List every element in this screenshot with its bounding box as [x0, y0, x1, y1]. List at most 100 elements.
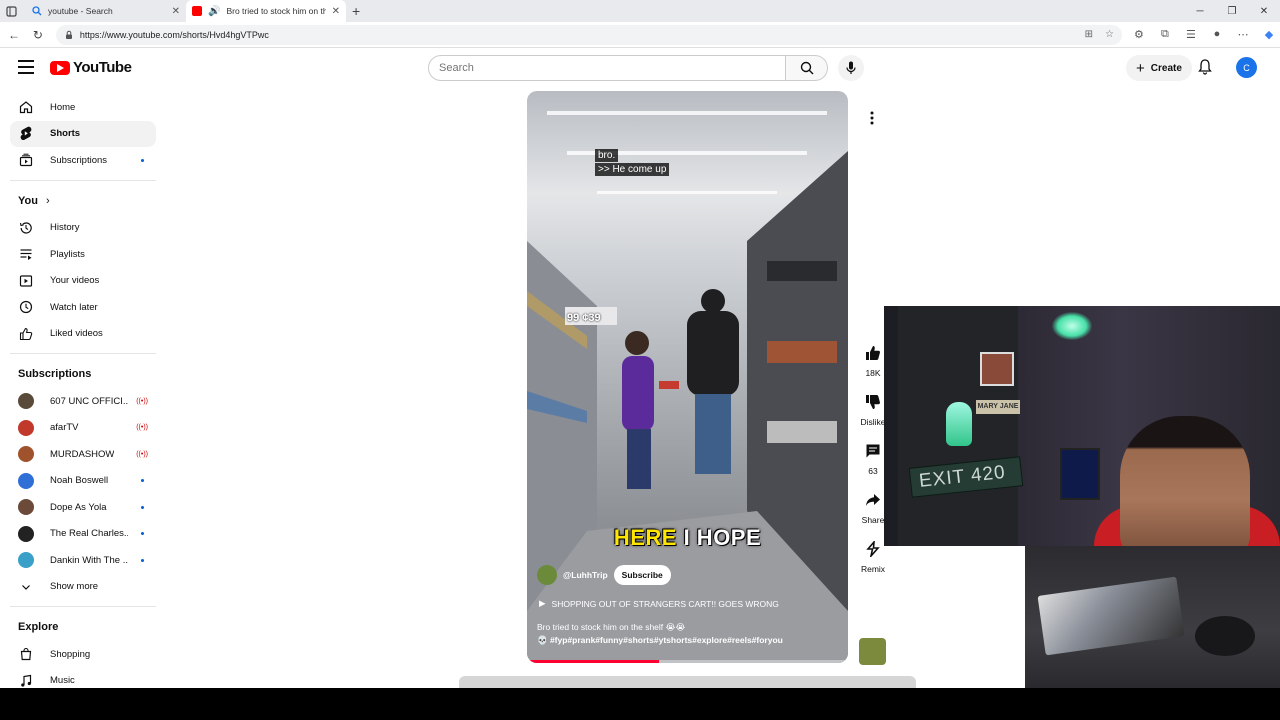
search-input[interactable] [428, 55, 786, 81]
webcam-overlay: MARY JANE EXIT 420 [884, 306, 1280, 546]
search-icon [800, 61, 813, 75]
share-label: Share [861, 515, 885, 525]
channel-name: afarTV [50, 422, 79, 434]
channel-avatar [18, 419, 34, 436]
close-tab-icon[interactable]: ✕ [332, 6, 340, 17]
search-bar [428, 55, 864, 81]
youtube-logo[interactable]: YouTube [50, 59, 132, 76]
price-sign-text: 99 ¢39 [567, 312, 601, 324]
tab-youtube-search[interactable]: youtube - Search ✕ [26, 0, 186, 22]
related-video-title: SHOPPING OUT OF STRANGERS CART!! GOES WR… [551, 598, 779, 609]
letterbox-bar [0, 688, 1280, 720]
desk-object [1195, 616, 1255, 656]
split-screen-icon[interactable]: ⧉ [1154, 28, 1176, 41]
wall-sign: MARY JANE [976, 400, 1020, 414]
more-options-icon[interactable]: ⋯ [1232, 28, 1254, 41]
sidebar-channel-real-charles[interactable]: The Real Charles... [10, 521, 156, 548]
divider [10, 353, 156, 354]
sidebar-channel-607-unc[interactable]: 607 UNC OFFICI... ((•)) [10, 388, 156, 415]
new-tab-button[interactable]: + [346, 0, 366, 22]
sidebar-item-home[interactable]: Home [10, 94, 156, 121]
sidebar-item-liked-videos[interactable]: Liked videos [10, 321, 156, 348]
refresh-icon[interactable]: ↻ [26, 28, 50, 42]
channel-name: The Real Charles... [50, 528, 128, 540]
create-button[interactable]: + Create [1126, 55, 1192, 81]
sidebar-item-music[interactable]: Music [10, 668, 156, 689]
progress-fill [527, 660, 659, 663]
sidebar-channel-noah-boswell[interactable]: Noah Boswell [10, 468, 156, 495]
favorites-icon[interactable]: ☰ [1180, 28, 1202, 41]
sidebar-item-watch-later[interactable]: Watch later [10, 294, 156, 321]
sidebar-channel-dankin[interactable]: Dankin With The ... [10, 547, 156, 574]
watch-later-icon [18, 299, 34, 315]
browser-toolbar: ⚙ ⧉ ☰ ● ⋯ ◆ [1128, 28, 1280, 41]
url-text: https://www.youtube.com/shorts/Hvd4hgVTP… [79, 29, 269, 40]
more-options-button[interactable] [862, 108, 882, 128]
hamburger-menu-icon[interactable] [18, 60, 34, 74]
notifications-bell-icon[interactable] [1198, 59, 1212, 80]
share-icon [864, 491, 882, 509]
subscribe-button[interactable]: Subscribe [613, 565, 671, 585]
close-tab-icon[interactable]: ✕ [172, 6, 180, 17]
browser-tab-bar: youtube - Search ✕ 🔊 Bro tried to stock … [0, 0, 1280, 22]
vertical-dots-icon [870, 111, 874, 125]
description-title: Bro tried to stock him on the shelf 😭😭 [537, 622, 686, 632]
shorts-video-player[interactable]: bro. >> He come up 99 ¢39 HERE I HOPE @L… [527, 91, 848, 663]
channel-row: @LuhhTrip Subscribe [537, 565, 671, 585]
show-more-button[interactable]: Show more [10, 574, 156, 601]
tab-title: youtube - Search [48, 6, 113, 16]
channel-name: 607 UNC OFFICI... [50, 395, 128, 407]
sidebar-channel-murdashow[interactable]: MURDASHOW ((•)) [10, 441, 156, 468]
reader-mode-icon[interactable]: ⊞ [1085, 29, 1093, 40]
remix-label: Remix [860, 564, 886, 574]
profile-icon[interactable]: ● [1206, 28, 1228, 41]
sidebar-item-shorts[interactable]: Shorts [10, 120, 156, 147]
video-description[interactable]: Bro tried to stock him on the shelf 😭😭 💀… [537, 621, 837, 647]
neon-leaf-sign [1052, 312, 1092, 340]
streamer-face [1120, 416, 1250, 546]
sidebar-item-history[interactable]: History [10, 215, 156, 242]
logo-text: YouTube [73, 59, 132, 76]
favorite-star-icon[interactable]: ☆ [1105, 29, 1114, 40]
sidebar-item-label: Subscriptions [50, 154, 108, 166]
speaker-icon[interactable]: 🔊 [208, 6, 220, 17]
sidebar-item-subscriptions[interactable]: Subscriptions [10, 147, 156, 174]
caption-line: bro. [595, 149, 619, 162]
search-button[interactable] [786, 55, 828, 81]
microphone-icon [846, 61, 856, 74]
tab-shorts-video[interactable]: 🔊 Bro tried to stock him on the ✕ [186, 0, 346, 22]
sidebar-item-label: Music [50, 675, 75, 687]
url-field[interactable]: https://www.youtube.com/shorts/Hvd4hgVTP… [55, 24, 1122, 45]
music-icon [18, 673, 34, 688]
channel-handle[interactable]: @LuhhTrip [563, 570, 608, 580]
voice-search-button[interactable] [838, 55, 864, 81]
new-content-dot [141, 479, 144, 483]
remix-icon [864, 540, 882, 558]
sidebar-item-label: History [50, 222, 80, 234]
sidebar-item-playlists[interactable]: Playlists [10, 241, 156, 268]
related-video-row[interactable]: ▶ SHOPPING OUT OF STRANGERS CART!! GOES … [539, 598, 779, 609]
thumbs-up-icon [864, 344, 882, 362]
youtube-favicon-icon [192, 6, 202, 16]
live-indicator-icon: ((•)) [136, 424, 148, 432]
back-icon[interactable]: ← [2, 28, 26, 42]
channel-avatar[interactable] [537, 565, 557, 585]
extensions-icon[interactable]: ⚙ [1128, 28, 1150, 41]
sidebar-item-shopping[interactable]: Shopping [10, 641, 156, 668]
sidebar-channel-dope-as-yola[interactable]: Dope As Yola [10, 494, 156, 521]
copilot-icon[interactable]: ◆ [1258, 28, 1280, 41]
tab-actions-icon[interactable] [0, 0, 26, 22]
close-window-icon[interactable]: ✕ [1248, 6, 1280, 17]
sidebar-item-your-videos[interactable]: Your videos [10, 268, 156, 295]
restore-icon[interactable]: ❐ [1216, 6, 1248, 17]
site-info-icon[interactable] [64, 30, 74, 40]
sound-thumbnail[interactable] [859, 638, 886, 665]
next-short-preview[interactable] [459, 676, 916, 688]
channel-avatar [18, 552, 34, 569]
you-section-heading[interactable]: You › [10, 187, 156, 215]
sidebar-channel-afartv[interactable]: afarTV ((•)) [10, 415, 156, 442]
sidebar: Home Shorts Subscriptions You › History … [10, 94, 156, 688]
minimize-icon[interactable]: ─ [1184, 6, 1216, 17]
video-progress-bar[interactable] [527, 660, 848, 663]
account-avatar[interactable]: C [1236, 57, 1257, 78]
